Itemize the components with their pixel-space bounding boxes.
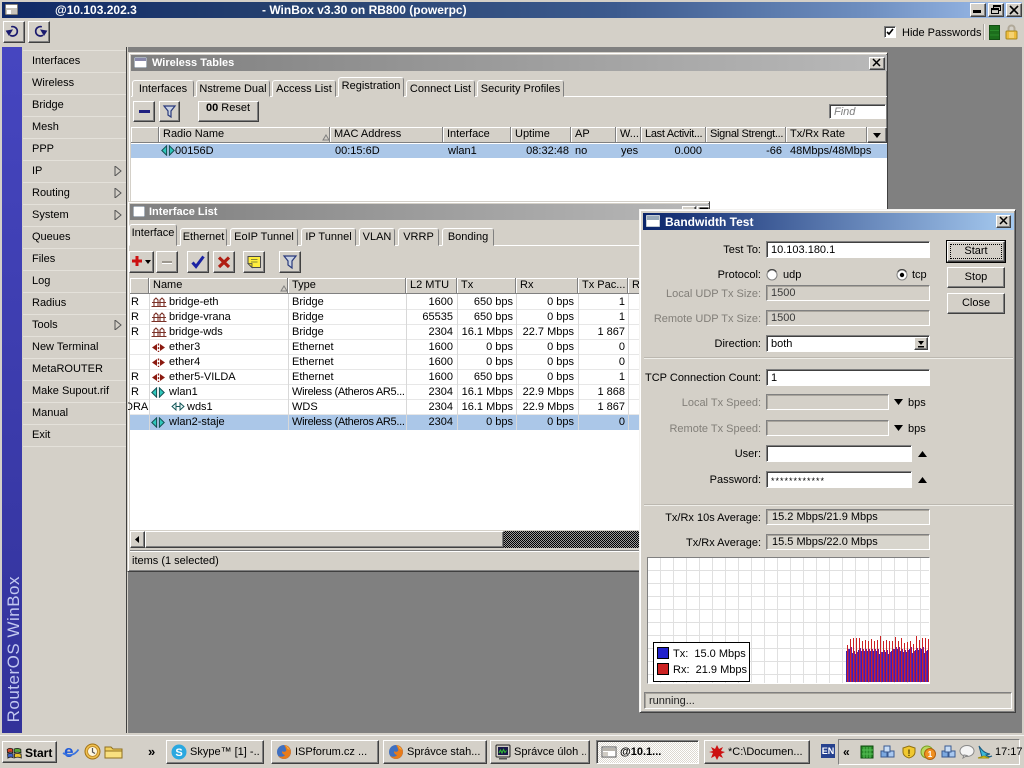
svg-text:e: e: [64, 743, 73, 760]
svg-text:1: 1: [928, 750, 933, 759]
svg-text:!: !: [908, 748, 911, 758]
svg-text:S: S: [175, 747, 182, 759]
